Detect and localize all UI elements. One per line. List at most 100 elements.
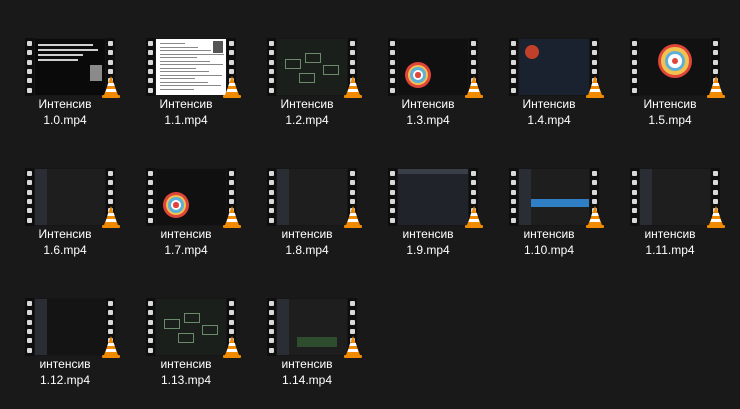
- video-thumbnail: [388, 168, 483, 228]
- file-grid: Интенсив 1.0.mp4 Интенсив 1.1.mp4 Интенсив 1.…: [0, 0, 740, 409]
- film-perforation: [146, 168, 155, 226]
- thumbnail-frame: [156, 169, 226, 225]
- film-perforation: [388, 38, 397, 96]
- film-perforation: [146, 38, 155, 96]
- video-file-item[interactable]: интенсив 1.9.mp4: [368, 168, 488, 260]
- film-perforation: [630, 38, 639, 96]
- thumbnail-frame: [398, 169, 468, 225]
- video-thumbnail: [509, 38, 604, 98]
- file-name-line2: 1.14.mp4: [281, 373, 333, 387]
- file-name-line1: интенсив: [644, 227, 696, 241]
- video-thumbnail: [267, 298, 362, 358]
- thumbnail-frame: [277, 39, 347, 95]
- video-thumbnail: [267, 168, 362, 228]
- file-name: интенсив 1.14.mp4: [247, 356, 367, 388]
- video-file-item[interactable]: Интенсив 1.6.mp4: [5, 168, 125, 260]
- file-name-line1: интенсив: [39, 357, 91, 371]
- film-perforation: [267, 168, 276, 226]
- film-perforation: [146, 298, 155, 356]
- file-name-line2: 1.4.mp4: [527, 113, 571, 127]
- file-name-line1: интенсив: [281, 227, 333, 241]
- video-thumbnail: [630, 38, 725, 98]
- thumbnail-frame: [640, 169, 710, 225]
- thumbnail-frame: [277, 169, 347, 225]
- film-perforation: [388, 168, 397, 226]
- file-name-line1: интенсив: [523, 227, 575, 241]
- file-name-line2: 1.3.mp4: [406, 113, 450, 127]
- file-name: Интенсив 1.2.mp4: [247, 96, 367, 128]
- video-file-item[interactable]: Интенсив 1.3.mp4: [368, 38, 488, 130]
- file-name-line1: Интенсив: [401, 97, 455, 111]
- film-perforation: [25, 168, 34, 226]
- file-name-line1: интенсив: [402, 227, 454, 241]
- video-file-item[interactable]: Интенсив 1.0.mp4: [5, 38, 125, 130]
- video-file-item[interactable]: интенсив 1.12.mp4: [5, 298, 125, 390]
- file-name-line2: 1.13.mp4: [160, 373, 212, 387]
- file-name: интенсив 1.7.mp4: [126, 226, 246, 258]
- video-file-item[interactable]: интенсив 1.11.mp4: [610, 168, 730, 260]
- file-name-line1: Интенсив: [159, 97, 213, 111]
- file-name-line2: 1.10.mp4: [523, 243, 575, 257]
- file-name-line2: 1.11.mp4: [645, 243, 695, 257]
- file-name: интенсив 1.12.mp4: [5, 356, 125, 388]
- file-name-line2: 1.9.mp4: [406, 243, 450, 257]
- file-name-line1: Интенсив: [38, 227, 92, 241]
- file-name: Интенсив 1.3.mp4: [368, 96, 488, 128]
- file-name: интенсив 1.11.mp4: [610, 226, 730, 258]
- file-name: интенсив 1.10.mp4: [489, 226, 609, 258]
- file-name-line2: 1.12.mp4: [39, 373, 91, 387]
- file-name-line1: Интенсив: [522, 97, 576, 111]
- video-thumbnail: [25, 298, 120, 358]
- file-name-line2: 1.8.mp4: [285, 243, 329, 257]
- video-thumbnail: [509, 168, 604, 228]
- film-perforation: [509, 168, 518, 226]
- film-perforation: [267, 298, 276, 356]
- thumbnail-frame: [640, 39, 710, 95]
- film-perforation: [25, 38, 34, 96]
- thumbnail-frame: [519, 39, 589, 95]
- thumbnail-frame: [277, 299, 347, 355]
- video-file-item[interactable]: интенсив 1.10.mp4: [489, 168, 609, 260]
- file-name: интенсив 1.13.mp4: [126, 356, 246, 388]
- file-name: Интенсив 1.1.mp4: [126, 96, 246, 128]
- file-name-line2: 1.7.mp4: [164, 243, 208, 257]
- file-name-line2: 1.6.mp4: [43, 243, 87, 257]
- file-name-line2: 1.1.mp4: [164, 113, 208, 127]
- video-file-item[interactable]: Интенсив 1.4.mp4: [489, 38, 609, 130]
- thumbnail-frame: [519, 169, 589, 225]
- file-name-line1: Интенсив: [643, 97, 697, 111]
- video-file-item[interactable]: Интенсив 1.2.mp4: [247, 38, 367, 130]
- file-name: Интенсив 1.0.mp4: [5, 96, 125, 128]
- file-name: интенсив 1.9.mp4: [368, 226, 488, 258]
- thumbnail-frame: [35, 169, 105, 225]
- film-perforation: [25, 298, 34, 356]
- file-name: интенсив 1.8.mp4: [247, 226, 367, 258]
- video-file-item[interactable]: интенсив 1.7.mp4: [126, 168, 246, 260]
- video-file-item[interactable]: интенсив 1.14.mp4: [247, 298, 367, 390]
- file-name-line1: интенсив: [160, 227, 212, 241]
- file-name-line2: 1.2.mp4: [285, 113, 329, 127]
- thumbnail-frame: [398, 39, 468, 95]
- film-perforation: [630, 168, 639, 226]
- file-name-line1: Интенсив: [38, 97, 92, 111]
- film-perforation: [509, 38, 518, 96]
- video-thumbnail: [630, 168, 725, 228]
- thumbnail-frame: [156, 39, 226, 95]
- file-name-line2: 1.5.mp4: [648, 113, 692, 127]
- video-file-item[interactable]: интенсив 1.13.mp4: [126, 298, 246, 390]
- video-thumbnail: [146, 168, 241, 228]
- file-name-line1: интенсив: [281, 357, 333, 371]
- thumbnail-frame: [156, 299, 226, 355]
- video-thumbnail: [146, 298, 241, 358]
- video-thumbnail: [267, 38, 362, 98]
- file-name: Интенсив 1.5.mp4: [610, 96, 730, 128]
- video-file-item[interactable]: Интенсив 1.1.mp4: [126, 38, 246, 130]
- video-file-item[interactable]: Интенсив 1.5.mp4: [610, 38, 730, 130]
- thumbnail-frame: [35, 299, 105, 355]
- thumbnail-frame: [35, 39, 105, 95]
- file-name-line2: 1.0.mp4: [43, 113, 87, 127]
- film-perforation: [267, 38, 276, 96]
- file-name: Интенсив 1.6.mp4: [5, 226, 125, 258]
- file-name-line1: Интенсив: [280, 97, 334, 111]
- video-file-item[interactable]: интенсив 1.8.mp4: [247, 168, 367, 260]
